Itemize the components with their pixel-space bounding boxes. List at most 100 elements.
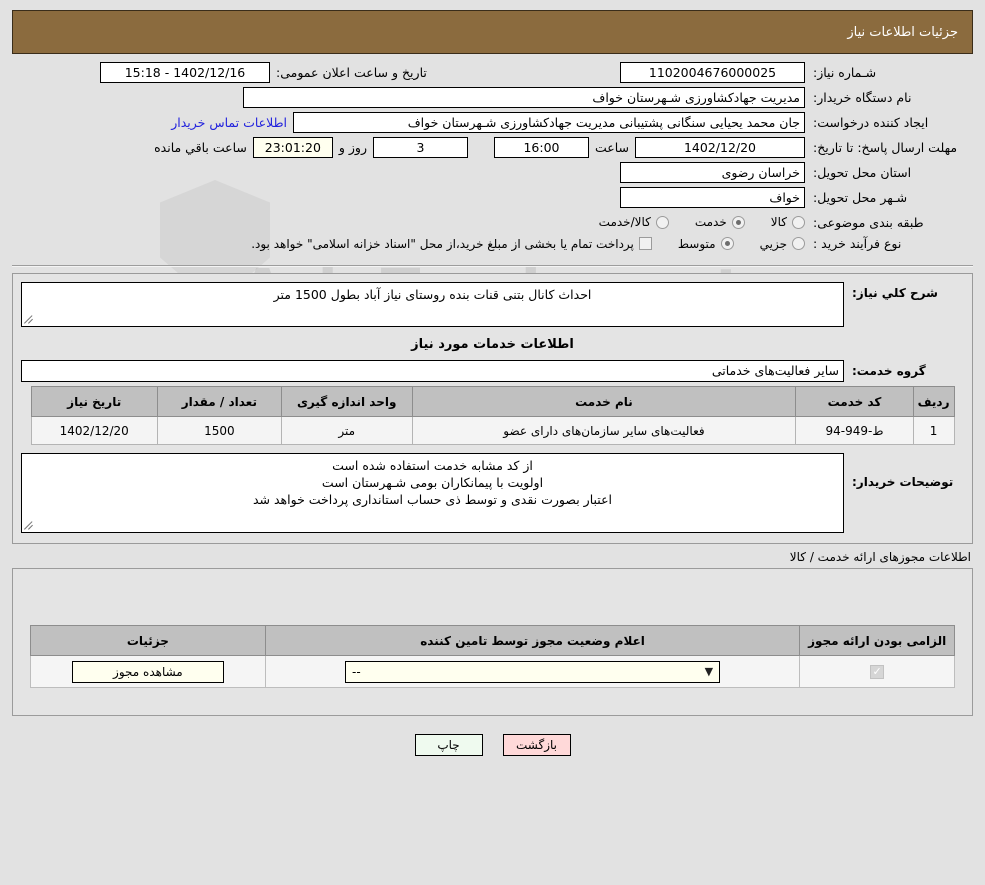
details-panel: شرح کلي نیاز: احداث کانال بتنی قنات بنده… bbox=[12, 273, 973, 544]
divider bbox=[12, 265, 973, 267]
radio-icon[interactable] bbox=[720, 237, 734, 250]
purchase-option-label: متوسط bbox=[677, 236, 716, 251]
buyer-org-label: نام دستگاه خریدار: bbox=[813, 90, 912, 105]
table-header-row: ردیف کد خدمت نام خدمت واحد اندازه گیری ت… bbox=[30, 386, 955, 417]
deadline-countdown-label: ساعت باقي مانده bbox=[154, 140, 247, 155]
deadline-days-value: 3 bbox=[372, 137, 468, 158]
deadline-hour-label: ساعت bbox=[594, 140, 629, 155]
buyer-note-line: از کد مشابه خدمت استفاده شده است bbox=[332, 458, 533, 473]
treasury-bond-checkbox-group[interactable]: پرداخت تمام یا بخشی از مبلغ خرید،از محل … bbox=[251, 237, 652, 251]
resize-grip-icon[interactable] bbox=[24, 315, 34, 325]
checkmark-icon: ✓ bbox=[870, 664, 885, 679]
deadline-countdown-value: 23:01:20 bbox=[252, 137, 333, 158]
deadline-label: مهلت ارسال پاسخ: تا تاریخ: bbox=[813, 139, 958, 155]
category-option-khedmat[interactable]: خدمت bbox=[695, 215, 745, 229]
province-value: خراسان رضوی bbox=[620, 162, 805, 183]
cell-unit: متر bbox=[280, 416, 413, 445]
purchase-option-label: جزیي bbox=[759, 236, 787, 251]
category-option-kala[interactable]: کالا bbox=[771, 215, 805, 229]
col-unit: واحد اندازه گیری bbox=[280, 386, 413, 417]
back-button[interactable]: بازگشت bbox=[502, 734, 571, 756]
services-section-heading: اطلاعات خدمات مورد نیاز bbox=[411, 337, 574, 352]
cell-row-no: 1 bbox=[912, 416, 955, 445]
announce-datetime-label: تاریخ و ساعت اعلان عمومی: bbox=[276, 65, 427, 80]
creator-value: جان محمد یحیایی سنگانی پشتیبانی مدیریت ج… bbox=[293, 112, 805, 133]
col-license-status: اعلام وضعیت مجوز توسط تامین کننده bbox=[264, 625, 801, 656]
cell-license-status: ▼ -- bbox=[264, 655, 801, 688]
deadline-hour-value: 16:00 bbox=[493, 137, 589, 158]
radio-icon[interactable] bbox=[792, 237, 805, 250]
table-row: ✓ ▼ -- مشاهده مجوز bbox=[30, 655, 955, 688]
row-category: طبقه بندی موضوعی: کالا خدمت کالا/خدمت bbox=[12, 210, 973, 234]
buyer-notes-value[interactable]: از کد مشابه خدمت استفاده شده است اولویت … bbox=[21, 453, 844, 533]
buyer-note-line: اعتبار بصورت نقدی و توسط ذی حساب استاندا… bbox=[252, 492, 613, 507]
cell-service-name: فعالیت‌های سایر سازمان‌های دارای عضو bbox=[411, 416, 797, 445]
row-request-creator: ایجاد کننده درخواست: جان محمد یحیایی سنگ… bbox=[12, 110, 973, 135]
need-number-value: 1102004676000025 bbox=[620, 62, 805, 83]
row-buyer-notes: توضیحات خریدار: از کد مشابه خدمت استفاده… bbox=[21, 453, 964, 533]
service-group-label: گروه خدمت: bbox=[852, 364, 926, 378]
cell-quantity: 1500 bbox=[156, 416, 282, 445]
row-province: استان محل تحویل: خراسان رضوی bbox=[12, 160, 973, 185]
creator-label: ایجاد کننده درخواست: bbox=[813, 115, 929, 130]
licenses-panel: الزامی بودن ارائه مجوز اعلام وضعیت مجوز … bbox=[12, 568, 973, 716]
purchase-option-jozii[interactable]: جزیي bbox=[760, 237, 805, 251]
chevron-down-icon: ▼ bbox=[704, 665, 714, 678]
col-service-code: کد خدمت bbox=[795, 386, 914, 417]
col-license-required: الزامی بودن ارائه مجوز bbox=[799, 625, 955, 656]
cell-license-required: ✓ bbox=[799, 655, 955, 688]
top-form-panel: شـماره نیاز: 1102004676000025 تاریخ و سا… bbox=[12, 54, 973, 259]
licenses-table: الزامی بودن ارائه مجوز اعلام وضعیت مجوز … bbox=[30, 625, 955, 688]
row-city: شـهر محل تحویل: خواف bbox=[12, 185, 973, 210]
radio-icon[interactable] bbox=[792, 215, 805, 229]
resize-grip-icon[interactable] bbox=[24, 521, 34, 531]
licenses-section-title: اطلاعات مجوزهای ارائه خدمت / کالا bbox=[789, 550, 971, 564]
page-title: جزئیات اطلاعات نیاز bbox=[847, 24, 958, 40]
col-need-date: تاریخ نیاز bbox=[30, 386, 158, 417]
view-license-button[interactable]: مشاهده مجوز bbox=[71, 660, 224, 683]
col-quantity: تعداد / مقدار bbox=[156, 386, 282, 417]
buyer-contact-link[interactable]: اطلاعات تماس خریدار bbox=[165, 115, 293, 130]
buyer-notes-label: توضیحات خریدار: bbox=[852, 475, 954, 489]
category-label: طبقه بندی موضوعی: bbox=[813, 214, 924, 230]
row-buyer-org: نام دستگاه خریدار: مدیریت جهادکشاورزی شـ… bbox=[12, 85, 973, 110]
checkbox-icon[interactable] bbox=[638, 237, 652, 250]
footer-actions: بازگشت چاپ bbox=[0, 734, 985, 756]
services-table: ردیف کد خدمت نام خدمت واحد اندازه گیری ت… bbox=[30, 386, 955, 445]
city-value: خواف bbox=[620, 187, 805, 208]
row-deadline: مهلت ارسال پاسخ: تا تاریخ: 1402/12/20 سا… bbox=[12, 135, 973, 160]
purchase-type-label: نوع فرآیند خرید : bbox=[813, 236, 902, 251]
deadline-days-label: روز و bbox=[338, 140, 367, 155]
radio-icon[interactable] bbox=[731, 215, 745, 229]
need-description-text: احداث کانال بتنی قنات بنده روستای نیاز آ… bbox=[273, 287, 592, 302]
row-need-number: شـماره نیاز: 1102004676000025 تاریخ و سا… bbox=[12, 60, 973, 85]
cell-service-code: ط-949-94 bbox=[795, 416, 914, 445]
license-status-select[interactable]: ▼ -- bbox=[345, 660, 721, 683]
table-header-row: الزامی بودن ارائه مجوز اعلام وضعیت مجوز … bbox=[30, 625, 955, 656]
category-option-label: خدمت bbox=[694, 215, 727, 229]
category-option-label: کالا/خدمت bbox=[598, 215, 651, 229]
announce-datetime-value: 1402/12/16 - 15:18 bbox=[100, 62, 270, 83]
col-license-details: جزئیات bbox=[30, 625, 266, 656]
row-purchase-type: نوع فرآیند خرید : جزیي متوسط پرداخت تمام… bbox=[12, 234, 973, 259]
page-header: جزئیات اطلاعات نیاز bbox=[12, 10, 973, 54]
category-option-kala-khedmat[interactable]: کالا/خدمت bbox=[599, 215, 669, 229]
province-label: استان محل تحویل: bbox=[813, 165, 912, 180]
purchase-option-motavasset[interactable]: متوسط bbox=[678, 237, 734, 251]
cell-license-details: مشاهده مجوز bbox=[30, 655, 266, 688]
print-button[interactable]: چاپ bbox=[414, 734, 483, 756]
service-group-value: سایر فعالیت‌های خدماتی bbox=[21, 360, 844, 382]
table-row: 1 ط-949-94 فعالیت‌های سایر سازمان‌های دا… bbox=[30, 416, 955, 445]
col-service-name: نام خدمت bbox=[411, 386, 797, 417]
license-status-value: -- bbox=[352, 664, 361, 679]
need-number-label: شـماره نیاز: bbox=[813, 65, 877, 80]
buyer-org-value: مدیریت جهادکشاورزی شـهرستان خواف bbox=[243, 87, 805, 108]
col-row-no: ردیف bbox=[912, 386, 955, 417]
row-need-description: شرح کلي نیاز: احداث کانال بتنی قنات بنده… bbox=[21, 282, 964, 327]
need-description-value[interactable]: احداث کانال بتنی قنات بنده روستای نیاز آ… bbox=[21, 282, 844, 327]
radio-icon[interactable] bbox=[655, 215, 669, 229]
buyer-note-line: اولویت با پیمانکاران بومی شـهرستان است bbox=[321, 475, 544, 490]
city-label: شـهر محل تحویل: bbox=[813, 190, 908, 205]
row-service-group: گروه خدمت: سایر فعالیت‌های خدماتی bbox=[21, 360, 964, 382]
deadline-date-value: 1402/12/20 bbox=[635, 137, 805, 158]
